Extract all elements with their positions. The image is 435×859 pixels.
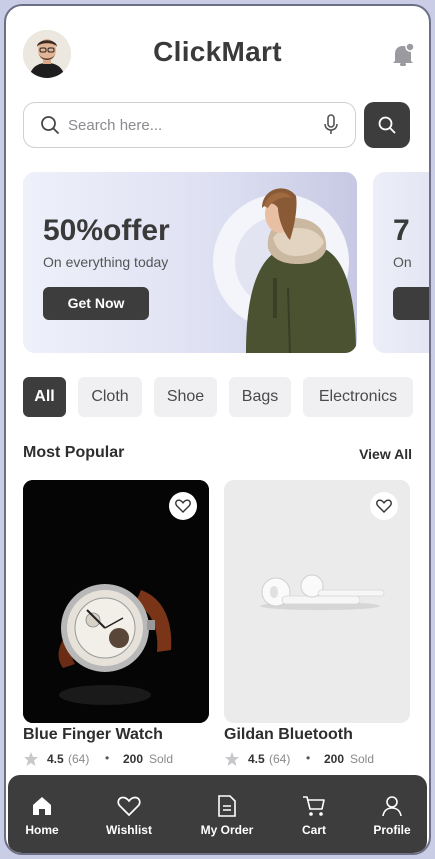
product-card[interactable]: Blue Finger Watch 4.5 (64) • 200 Sold [23, 480, 209, 768]
search-button[interactable] [364, 102, 410, 148]
tab-label: Wishlist [106, 823, 152, 837]
heart-icon [175, 499, 191, 513]
product-rating: 4.5 [47, 752, 64, 766]
product-reviews: (64) [269, 752, 291, 766]
category-chip-all[interactable]: All [23, 377, 66, 417]
product-name: Gildan Bluetooth [224, 726, 353, 743]
search-input[interactable]: Search here... [23, 102, 356, 148]
section-title: Most Popular [23, 444, 125, 461]
cart-icon [303, 796, 325, 816]
tab-cart[interactable]: Cart [272, 775, 356, 853]
product-sold-count: 200 [324, 752, 345, 766]
app-screen: ClickMart Search here... 50%offer On eve… [4, 4, 431, 855]
search-icon [378, 116, 396, 134]
category-chip-shoe[interactable]: Shoe [154, 377, 217, 417]
product-reviews: (64) [68, 752, 90, 766]
wishlist-button[interactable] [370, 492, 398, 520]
tab-label: My Order [200, 823, 254, 837]
notification-bell-icon[interactable] [391, 42, 415, 68]
product-sold-label: Sold [149, 752, 174, 766]
heart-icon [117, 796, 141, 817]
separator-dot: • [105, 751, 110, 765]
product-rating: 4.5 [248, 752, 265, 766]
product-meta: 4.5 (64) • 200 Sold [224, 751, 410, 768]
category-chip-electronics[interactable]: Electronics [303, 377, 413, 417]
wishlist-button[interactable] [169, 492, 197, 520]
product-card[interactable]: Gildan Bluetooth 4.5 (64) • 200 Sold [224, 480, 410, 768]
header: ClickMart [6, 6, 429, 102]
banner-cta-button[interactable] [393, 287, 429, 320]
app-title: ClickMart [153, 36, 282, 67]
product-sold-label: Sold [350, 752, 375, 766]
document-icon [218, 795, 236, 817]
tab-my-order[interactable]: My Order [185, 775, 269, 853]
banner-headline: 50%offer [43, 214, 170, 247]
view-all-link[interactable]: View All [359, 446, 412, 462]
search-placeholder: Search here... [68, 117, 163, 134]
star-icon [225, 752, 239, 766]
product-meta: 4.5 (64) • 200 Sold [23, 751, 209, 768]
tab-label: Profile [373, 823, 411, 837]
star-icon [24, 752, 38, 766]
user-icon [382, 796, 402, 817]
bottom-tab-bar: Home Wishlist My Order Cart Profile [8, 775, 427, 853]
product-sold-count: 200 [123, 752, 144, 766]
microphone-icon[interactable] [323, 114, 339, 136]
promo-banner[interactable]: 50%offer On everything today Get Now [23, 172, 357, 353]
category-chip-cloth[interactable]: Cloth [78, 377, 142, 417]
banner-subtitle: On everything today [43, 254, 169, 270]
category-chips: All Cloth Shoe Bags Electronics [23, 377, 429, 417]
heart-icon [376, 499, 392, 513]
tab-label: Home [25, 823, 59, 837]
banner-subtitle: On [393, 254, 412, 270]
tab-label: Cart [301, 823, 326, 837]
search-icon [41, 116, 59, 134]
product-name: Blue Finger Watch [23, 726, 163, 743]
category-chip-bags[interactable]: Bags [229, 377, 291, 417]
separator-dot: • [306, 751, 311, 765]
home-icon [33, 797, 51, 815]
product-image [23, 480, 209, 723]
tab-profile[interactable]: Profile [350, 775, 429, 853]
tab-wishlist[interactable]: Wishlist [87, 775, 171, 853]
banner-headline: 7 [393, 214, 410, 247]
tab-home[interactable]: Home [6, 775, 84, 853]
product-image [224, 480, 410, 723]
get-now-button[interactable]: Get Now [43, 287, 149, 320]
banner-model-image [246, 188, 356, 353]
promo-banner-next[interactable]: 7 On [373, 172, 429, 353]
